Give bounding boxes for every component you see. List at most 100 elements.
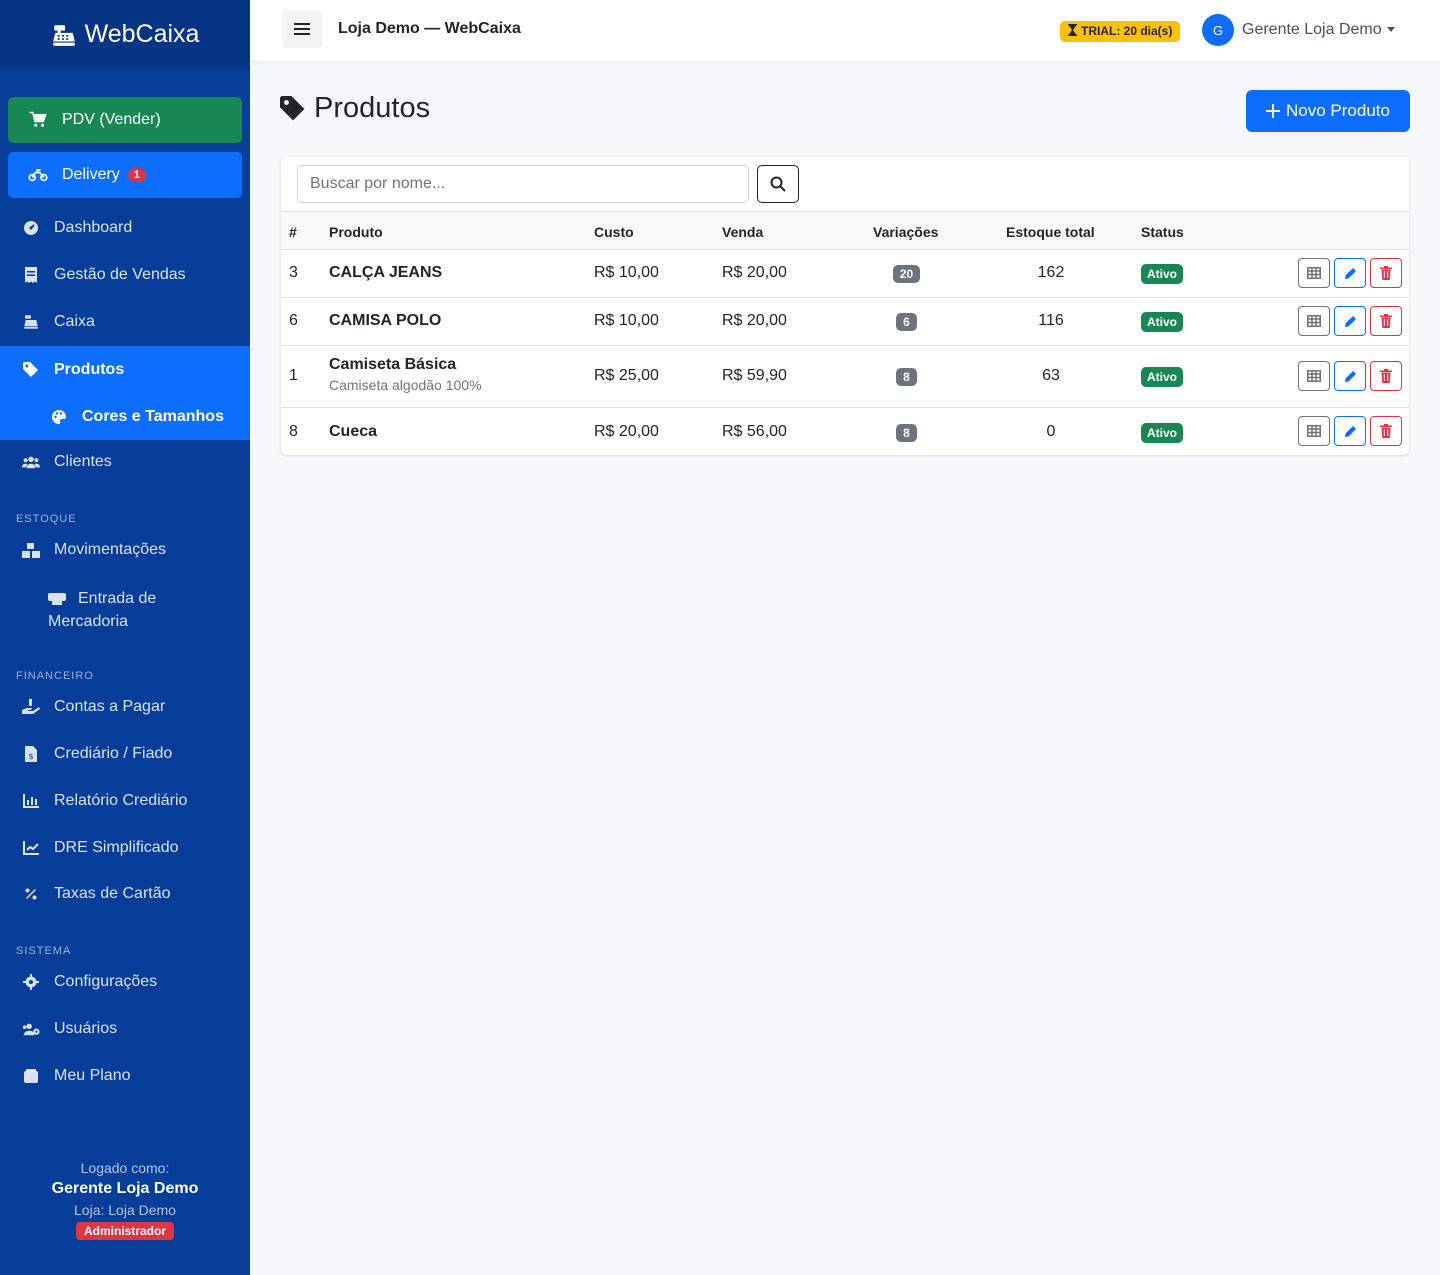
sidebar-item-label: Movimentações (54, 541, 167, 558)
line-chart-icon (22, 839, 40, 857)
cell-stock: 162 (1037, 264, 1065, 281)
table-icon (1307, 425, 1321, 437)
sidebar-item-caixa[interactable]: Caixa (0, 299, 250, 345)
table-header: # Produto Custo Venda Variações Estoque … (281, 211, 1409, 250)
sidebar-item-taxas-cartao[interactable]: Taxas de Cartão (0, 871, 250, 917)
sidebar-item-configuracoes[interactable]: Configurações (0, 959, 250, 1005)
hamburger-icon (294, 23, 310, 35)
variations-grid-button[interactable] (1298, 306, 1330, 336)
gauge-icon (22, 219, 40, 237)
pencil-icon (1344, 267, 1356, 279)
sidebar-item-meu-plano[interactable]: Meu Plano (0, 1053, 250, 1099)
store-name: Loja: Loja Demo (74, 1202, 176, 1218)
user-menu[interactable]: Gerente Loja Demo (1242, 21, 1395, 39)
sidebar-item-dashboard[interactable]: Dashboard (0, 205, 250, 251)
avatar[interactable]: G (1202, 14, 1234, 46)
pencil-icon (1344, 315, 1356, 327)
status-badge: Ativo (1141, 312, 1183, 332)
wallet-icon (22, 1067, 40, 1085)
col-status: Status (1141, 224, 1184, 240)
sidebar-item-relatorio-crediario[interactable]: Relatório Crediário (0, 778, 250, 824)
delete-button[interactable] (1370, 361, 1402, 391)
edit-button[interactable] (1334, 258, 1366, 288)
pdv-button[interactable]: PDV (Vender) (8, 97, 242, 143)
cell-id: 8 (289, 423, 298, 440)
cell-cost: R$ 20,00 (594, 423, 659, 440)
percent-icon (22, 885, 40, 903)
sidebar-item-clientes[interactable]: Clientes (0, 439, 250, 485)
table-row: 3 CALÇA JEANS R$ 10,00 R$ 20,00 20 162 A… (281, 250, 1409, 298)
sidebar-item-produtos[interactable]: Produtos (0, 346, 250, 393)
motorcycle-icon (28, 165, 48, 185)
col-estoque: Estoque total (1006, 224, 1095, 240)
brand-name: WebCaixa (84, 20, 200, 48)
search-button[interactable] (757, 165, 799, 203)
variations-badge: 8 (896, 368, 917, 386)
cell-cost: R$ 10,00 (594, 312, 659, 329)
cell-stock: 116 (1038, 312, 1064, 329)
cell-price: R$ 59,90 (722, 367, 787, 384)
sidebar-item-entrada-mercadoria[interactable]: Entrada de Mercadoria (0, 578, 250, 642)
plus-icon (1266, 104, 1281, 118)
cell-product-description: Camiseta algodão 100% (329, 377, 482, 393)
sidebar-item-label: Relatório Crediário (54, 792, 188, 809)
new-product-label: Novo Produto (1286, 101, 1390, 120)
receipt-icon (22, 266, 40, 284)
cell-cost: R$ 10,00 (594, 264, 659, 281)
variations-badge: 6 (896, 313, 917, 331)
delivery-button[interactable]: Delivery 1 (8, 152, 242, 198)
sidebar-item-label: Clientes (54, 453, 112, 470)
cell-price: R$ 20,00 (722, 312, 787, 329)
hand-coin-icon (22, 698, 40, 716)
pdv-label: PDV (Vender) (62, 111, 161, 128)
pencil-icon (1344, 425, 1356, 437)
variations-grid-button[interactable] (1298, 258, 1330, 288)
search-input[interactable] (297, 165, 749, 203)
sidebar-item-dre[interactable]: DRE Simplificado (0, 825, 250, 871)
page-title-text: Produtos (314, 92, 431, 124)
file-invoice-icon: $ (22, 745, 40, 763)
sidebar-item-contas-pagar[interactable]: Contas a Pagar (0, 684, 250, 730)
delete-button[interactable] (1370, 258, 1402, 288)
sidebar-item-cores-tamanhos[interactable]: Cores e Tamanhos (0, 393, 250, 440)
variations-badge: 8 (896, 424, 917, 442)
col-produto: Produto (329, 224, 383, 240)
sidebar-item-movimentacoes[interactable]: Movimentações (0, 527, 250, 573)
cell-stock: 63 (1042, 367, 1060, 384)
col-custo: Custo (594, 224, 634, 240)
new-product-button[interactable]: Novo Produto (1246, 90, 1410, 132)
sidebar-item-label: Configurações (54, 973, 158, 990)
sidebar-item-label: Caixa (54, 313, 95, 330)
sidebar-item-label: Crediário / Fiado (54, 745, 173, 762)
sidebar-item-label: Gestão de Vendas (54, 266, 186, 283)
users-gear-icon (22, 1020, 40, 1038)
sidebar-item-label: Contas a Pagar (54, 698, 166, 715)
palette-icon (50, 408, 68, 426)
brand[interactable]: WebCaixa (0, 0, 250, 69)
delete-button[interactable] (1370, 416, 1402, 446)
edit-button[interactable] (1334, 416, 1366, 446)
sidebar-item-gestao-vendas[interactable]: Gestão de Vendas (0, 252, 250, 298)
edit-button[interactable] (1334, 361, 1366, 391)
col-variacoes: Variações (873, 224, 939, 240)
variations-grid-button[interactable] (1298, 361, 1330, 391)
delete-button[interactable] (1370, 306, 1402, 336)
sidebar-item-crediario[interactable]: $ Crediário / Fiado (0, 731, 250, 777)
cell-product-name: CALÇA JEANS (329, 264, 443, 281)
status-badge: Ativo (1141, 367, 1183, 387)
boxes-icon (22, 541, 40, 559)
sidebar-item-usuarios[interactable]: Usuários (0, 1006, 250, 1052)
variations-grid-button[interactable] (1298, 416, 1330, 446)
edit-button[interactable] (1334, 306, 1366, 336)
cell-id: 6 (289, 312, 298, 329)
delivery-count-badge: 1 (127, 168, 146, 182)
pencil-icon (1344, 370, 1356, 382)
cell-stock: 0 (1046, 423, 1056, 440)
logged-user-name: Gerente Loja Demo (51, 1180, 199, 1197)
status-badge: Ativo (1141, 264, 1183, 284)
sidebar-item-label: Dashboard (54, 219, 133, 236)
cell-product: Camiseta Básica Camiseta algodão 100% (329, 356, 482, 393)
menu-toggle-button[interactable] (282, 10, 322, 48)
tag-icon (280, 95, 305, 120)
cell-price: R$ 20,00 (722, 264, 787, 281)
